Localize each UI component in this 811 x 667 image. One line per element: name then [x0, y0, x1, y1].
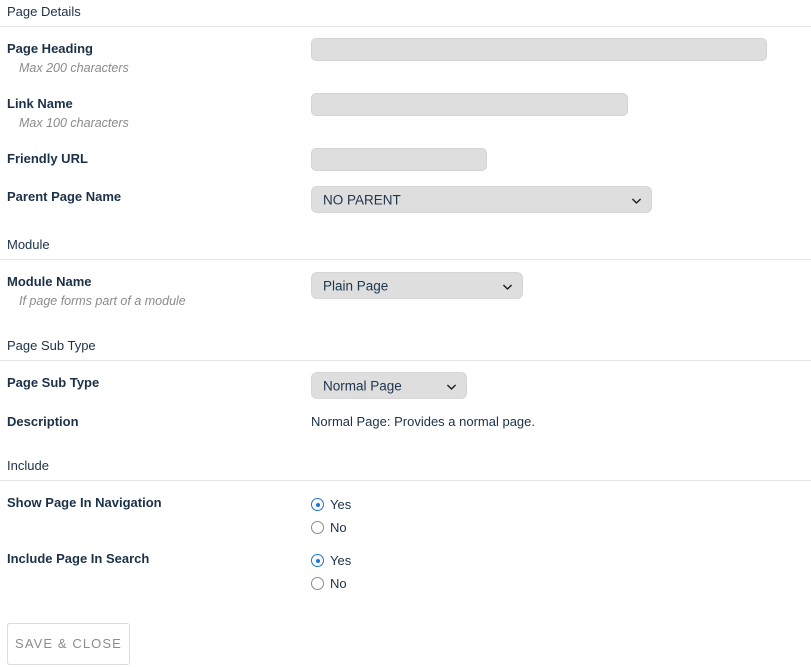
section-divider-module [0, 259, 811, 260]
radio-include-search-no[interactable] [311, 577, 324, 590]
field-hint-module-name: If page forms part of a module [19, 294, 186, 308]
radio-option[interactable]: Yes [311, 493, 351, 516]
page-heading-input[interactable] [311, 38, 767, 61]
chevron-down-icon [631, 194, 642, 205]
section-divider-include [0, 480, 811, 481]
radio-include-search-yes[interactable] [311, 554, 324, 567]
section-divider-page-sub-type [0, 360, 811, 361]
show-page-in-navigation-radio-group: Yes No [311, 493, 351, 539]
section-divider-page-details [0, 26, 811, 27]
radio-option[interactable]: No [311, 516, 351, 539]
parent-page-name-select[interactable]: NO PARENT [311, 186, 652, 213]
parent-page-name-selected-value: NO PARENT [323, 192, 401, 207]
module-name-selected-value: Plain Page [323, 278, 389, 293]
friendly-url-input[interactable] [311, 148, 487, 171]
save-and-close-button[interactable]: SAVE & CLOSE [7, 623, 130, 665]
field-label-module-name: Module Name [7, 274, 92, 289]
field-label-page-heading: Page Heading [7, 41, 93, 56]
field-hint-link-name: Max 100 characters [19, 116, 129, 130]
field-hint-page-heading: Max 200 characters [19, 61, 129, 75]
section-header-page-sub-type: Page Sub Type [7, 338, 96, 353]
field-label-description: Description [7, 414, 79, 429]
page-sub-type-selected-value: Normal Page [323, 378, 402, 393]
radio-show-nav-no-label[interactable]: No [330, 520, 347, 535]
chevron-down-icon [446, 380, 457, 391]
radio-show-nav-yes[interactable] [311, 498, 324, 511]
section-header-include: Include [7, 458, 49, 473]
radio-option[interactable]: Yes [311, 549, 351, 572]
description-value: Normal Page: Provides a normal page. [311, 414, 536, 429]
link-name-input[interactable] [311, 93, 628, 116]
radio-include-search-no-label[interactable]: No [330, 576, 347, 591]
field-label-friendly-url: Friendly URL [7, 151, 88, 166]
field-label-page-sub-type: Page Sub Type [7, 375, 100, 390]
module-name-select[interactable]: Plain Page [311, 272, 523, 299]
section-header-module: Module [7, 237, 50, 252]
field-label-include-page-in-search: Include Page In Search [7, 551, 150, 566]
radio-show-nav-no[interactable] [311, 521, 324, 534]
radio-option[interactable]: No [311, 572, 351, 595]
radio-include-search-yes-label[interactable]: Yes [330, 553, 351, 568]
chevron-down-icon [502, 280, 513, 291]
field-label-link-name: Link Name [7, 96, 73, 111]
page-sub-type-select[interactable]: Normal Page [311, 372, 467, 399]
section-header-page-details: Page Details [7, 4, 81, 19]
radio-show-nav-yes-label[interactable]: Yes [330, 497, 351, 512]
field-label-parent-page-name: Parent Page Name [7, 189, 122, 204]
field-label-show-page-in-navigation: Show Page In Navigation [7, 495, 162, 510]
include-page-in-search-radio-group: Yes No [311, 549, 351, 595]
